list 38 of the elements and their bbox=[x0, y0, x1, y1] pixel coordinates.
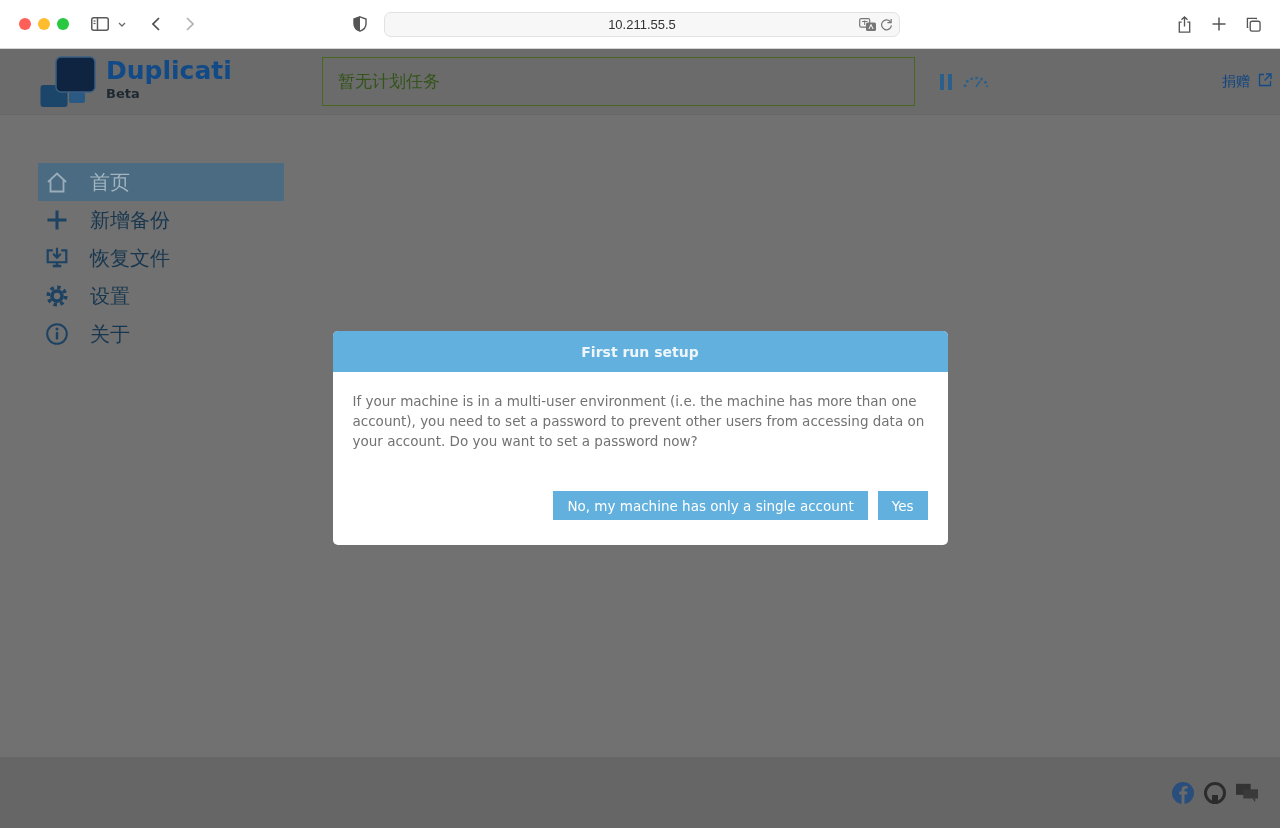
minimize-window-icon[interactable] bbox=[38, 18, 50, 30]
confirm-button[interactable]: Yes bbox=[877, 491, 928, 520]
shield-icon[interactable] bbox=[353, 16, 367, 32]
status-message: 暂无计划任务 bbox=[338, 70, 440, 93]
tabs-overview-icon[interactable] bbox=[1246, 15, 1261, 33]
ring-icon[interactable] bbox=[1204, 781, 1226, 804]
external-link-icon[interactable] bbox=[1258, 72, 1272, 87]
sidebar-item[interactable]: 新增备份 bbox=[38, 201, 284, 239]
monitor-download-icon bbox=[46, 247, 68, 269]
sidebar-item[interactable]: 首页 bbox=[38, 163, 284, 201]
chevron-down-icon[interactable] bbox=[118, 21, 126, 27]
decline-button[interactable]: No, my machine has only a single account bbox=[553, 491, 868, 520]
donate-link[interactable]: 捐赠 bbox=[1222, 72, 1250, 91]
translate-icon[interactable] bbox=[859, 17, 877, 32]
sidebar-toggle-icon[interactable] bbox=[91, 17, 109, 31]
plus-icon bbox=[46, 209, 68, 231]
social-circle-icon[interactable] bbox=[1172, 781, 1194, 804]
dialog-message: If your machine is in a multi-user environment (i.e. the machine has more than one account), you need to set a password to prevent other users from accessing data on your account. Do you want to set a password now? bbox=[352, 392, 926, 451]
home-icon bbox=[46, 171, 68, 193]
logo-icon[interactable] bbox=[40, 55, 96, 108]
share-icon[interactable] bbox=[1177, 15, 1192, 33]
sidebar-item[interactable]: 恢复文件 bbox=[38, 239, 284, 277]
forward-icon[interactable] bbox=[186, 17, 194, 31]
close-window-icon[interactable] bbox=[19, 18, 31, 30]
url-text: 10.211.55.5 bbox=[608, 16, 676, 32]
maximize-window-icon[interactable] bbox=[57, 18, 69, 30]
sidebar-item[interactable]: 关于 bbox=[38, 315, 284, 353]
settings-icon bbox=[46, 285, 68, 307]
back-icon[interactable] bbox=[152, 17, 160, 31]
dialog-title: First run setup bbox=[581, 343, 699, 360]
info-icon bbox=[46, 323, 68, 345]
new-tab-icon[interactable] bbox=[1212, 17, 1226, 31]
edition-label: Beta bbox=[106, 84, 141, 103]
logo-title: Duplicati bbox=[106, 56, 232, 85]
reload-icon[interactable] bbox=[880, 17, 893, 31]
address-bar[interactable]: 10.211.55.5 bbox=[384, 11, 900, 37]
chat-icon[interactable] bbox=[1236, 781, 1258, 804]
sidebar-item[interactable]: 设置 bbox=[38, 277, 284, 315]
